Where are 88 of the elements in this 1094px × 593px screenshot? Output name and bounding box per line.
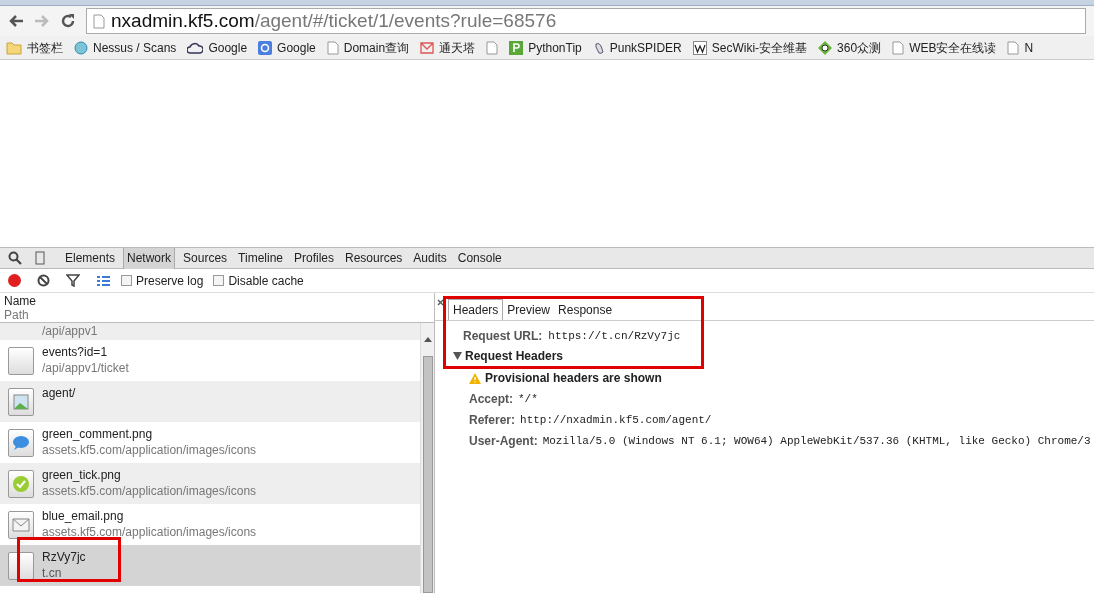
warning-icon xyxy=(469,372,481,384)
bookmark-link[interactable]: Domain查询 xyxy=(343,38,410,57)
list-view-icon[interactable] xyxy=(96,274,111,287)
address-field[interactable]: nxadmin.kf5.com/agent/#/ticket/1/events?rule=68576 xyxy=(86,8,1086,34)
detail-tab[interactable]: Preview xyxy=(503,299,555,320)
scrollbar[interactable] xyxy=(420,323,434,593)
request-path: assets.kf5.com/application/images/icons xyxy=(42,524,257,540)
field-label: Request URL: xyxy=(463,328,543,345)
request-row[interactable]: /api/appv1 xyxy=(0,323,420,340)
devtools-tab[interactable]: Elements xyxy=(62,247,119,269)
cloud-icon xyxy=(187,40,204,55)
detail-tab[interactable]: Headers xyxy=(448,299,504,320)
checkbox-label: Preserve log xyxy=(136,272,204,290)
mobile-device-icon[interactable] xyxy=(35,251,45,265)
devtools-tab[interactable]: Profiles xyxy=(291,247,337,269)
checkbox[interactable] xyxy=(213,275,225,286)
g-logo-icon xyxy=(258,40,273,55)
header-value: http://nxadmin.kf5.com/agent/ xyxy=(520,412,712,428)
request-path: assets.kf5.com/application/images/icons xyxy=(42,442,257,458)
scroll-up-icon[interactable] xyxy=(423,337,432,342)
speech-bubble-icon xyxy=(8,428,34,457)
request-path: /api/appv1/ticket xyxy=(42,360,129,376)
page-icon xyxy=(486,40,499,55)
envelope-icon xyxy=(8,510,34,539)
header-value: */* xyxy=(518,391,538,407)
bookmark-link[interactable]: 通天塔 xyxy=(439,38,476,57)
section-title[interactable]: Request Headers xyxy=(465,347,564,365)
filter-icon[interactable] xyxy=(66,274,80,287)
devtools-tab[interactable]: Sources xyxy=(180,247,231,269)
magnifier-icon xyxy=(818,40,833,55)
request-path: /api/appv1 xyxy=(42,323,98,339)
devtools-tab[interactable]: Resources xyxy=(342,247,406,269)
checkbox[interactable] xyxy=(121,275,132,286)
page-icon xyxy=(93,13,105,29)
reload-icon[interactable] xyxy=(60,13,76,29)
bookmark-link[interactable]: Nessus / Scans xyxy=(93,38,177,57)
request-name: green_tick.png xyxy=(42,467,122,483)
header-name: User-Agent: xyxy=(469,433,538,450)
w-logo-icon xyxy=(692,40,707,55)
mail-icon xyxy=(420,41,435,54)
detail-tab[interactable]: Response xyxy=(554,299,617,320)
request-name: green_comment.png xyxy=(42,426,154,442)
close-icon[interactable] xyxy=(437,299,444,306)
devtools-tab[interactable]: Network xyxy=(123,247,176,269)
bookmark-link[interactable]: Google xyxy=(277,38,316,57)
request-path: assets.kf5.com/application/images/icons xyxy=(42,483,257,499)
checkmark-icon xyxy=(8,469,34,498)
request-url: https://t.cn/RzVy7jc xyxy=(548,328,681,344)
image-file-icon xyxy=(8,387,34,416)
bookmark-link[interactable]: 书签栏 xyxy=(27,38,63,57)
bookmark-link[interactable]: SecWiki-安全维基 xyxy=(711,38,808,57)
request-row[interactable]: RzVy7jc t.cn xyxy=(0,545,420,586)
page-icon xyxy=(326,40,339,55)
devtools-tab[interactable]: Timeline xyxy=(235,247,286,269)
folder-icon xyxy=(6,40,22,55)
header-name: Referer: xyxy=(469,412,516,429)
request-name: events?id=1 xyxy=(42,344,109,360)
page-icon xyxy=(892,40,905,55)
bookmark-link[interactable]: N xyxy=(1024,38,1034,57)
column-header[interactable]: Name xyxy=(4,293,430,308)
devtools-tab[interactable]: Console xyxy=(454,247,505,269)
column-subheader: Path xyxy=(4,307,30,322)
file-icon xyxy=(8,346,34,375)
p-logo-icon xyxy=(509,40,524,55)
record-button[interactable] xyxy=(8,274,21,287)
header-value: Mozilla/5.0 (Windows NT 6.1; WOW64) AppleWebKit/537.36 (KHTML, like Gecko) Chrome/3 xyxy=(542,433,1091,449)
request-row[interactable]: agent/ xyxy=(0,381,420,422)
request-path: t.cn xyxy=(42,565,63,581)
bookmark-link[interactable]: Google xyxy=(208,38,248,57)
checkbox-label: Disable cache xyxy=(228,272,304,290)
warning-text: Provisional headers are shown xyxy=(485,370,662,387)
disclosure-triangle-icon[interactable] xyxy=(453,352,462,360)
search-icon[interactable] xyxy=(8,251,22,265)
request-row[interactable]: green_tick.png assets.kf5.com/application/images/icons xyxy=(0,463,420,504)
header-name: Accept: xyxy=(469,391,513,408)
request-name: RzVy7jc xyxy=(42,549,86,565)
file-icon xyxy=(8,551,34,580)
clear-icon[interactable] xyxy=(37,274,50,287)
page-icon xyxy=(1007,40,1020,55)
request-name: blue_email.png xyxy=(42,508,125,524)
devtools-tab[interactable]: Audits xyxy=(410,247,450,269)
bookmark-link[interactable]: PunkSPIDER xyxy=(609,38,682,57)
url-text: nxadmin.kf5.com/agent/#/ticket/1/events?rule=68576 xyxy=(111,8,557,33)
request-name: agent/ xyxy=(42,385,76,401)
bookmark-link[interactable]: 360众测 xyxy=(837,38,882,57)
bookmark-link[interactable]: PythonTip xyxy=(528,38,582,57)
back-arrow-icon[interactable] xyxy=(8,14,24,28)
bookmark-link[interactable]: WEB安全在线读 xyxy=(909,38,997,57)
